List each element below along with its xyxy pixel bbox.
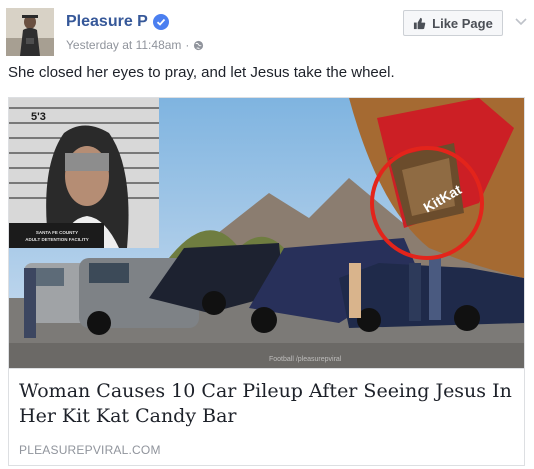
- image-watermark: Football /pleasurepviral: [269, 356, 342, 363]
- link-card-body[interactable]: Woman Causes 10 Car Pileup After Seeing …: [9, 368, 524, 465]
- link-card-title[interactable]: Woman Causes 10 Car Pileup After Seeing …: [19, 379, 514, 429]
- like-page-label: Like Page: [432, 15, 493, 31]
- link-card[interactable]: 5'3 SANTA FE COUNTY ADULT DETENTION FACI…: [8, 97, 525, 466]
- meta-separator: ·: [185, 38, 190, 52]
- svg-text:ADULT DETENTION FACILITY: ADULT DETENTION FACILITY: [25, 237, 88, 242]
- verified-badge-icon: [152, 14, 169, 30]
- svg-text:SANTA FE COUNTY: SANTA FE COUNTY: [36, 230, 78, 235]
- height-marker: 5'3: [31, 111, 46, 123]
- avatar[interactable]: [6, 8, 54, 56]
- post-text: She closed her eyes to pray, and let Jes…: [8, 64, 395, 81]
- page-name-row: Pleasure P: [66, 12, 169, 32]
- page-name[interactable]: Pleasure P: [66, 13, 148, 31]
- link-card-domain: PLEASUREPVIRAL.COM: [19, 443, 161, 457]
- post-meta: Yesterday at 11:48am ·: [66, 38, 204, 52]
- link-card-image[interactable]: 5'3 SANTA FE COUNTY ADULT DETENTION FACI…: [9, 98, 524, 368]
- globe-icon[interactable]: [193, 40, 204, 51]
- post-timestamp[interactable]: Yesterday at 11:48am: [66, 38, 181, 52]
- thumbs-up-icon: [414, 17, 426, 29]
- like-page-button[interactable]: Like Page: [403, 10, 503, 36]
- chevron-down-icon[interactable]: [514, 14, 528, 28]
- post-header: Pleasure P Yesterday at 11:48am · Like P…: [6, 8, 528, 58]
